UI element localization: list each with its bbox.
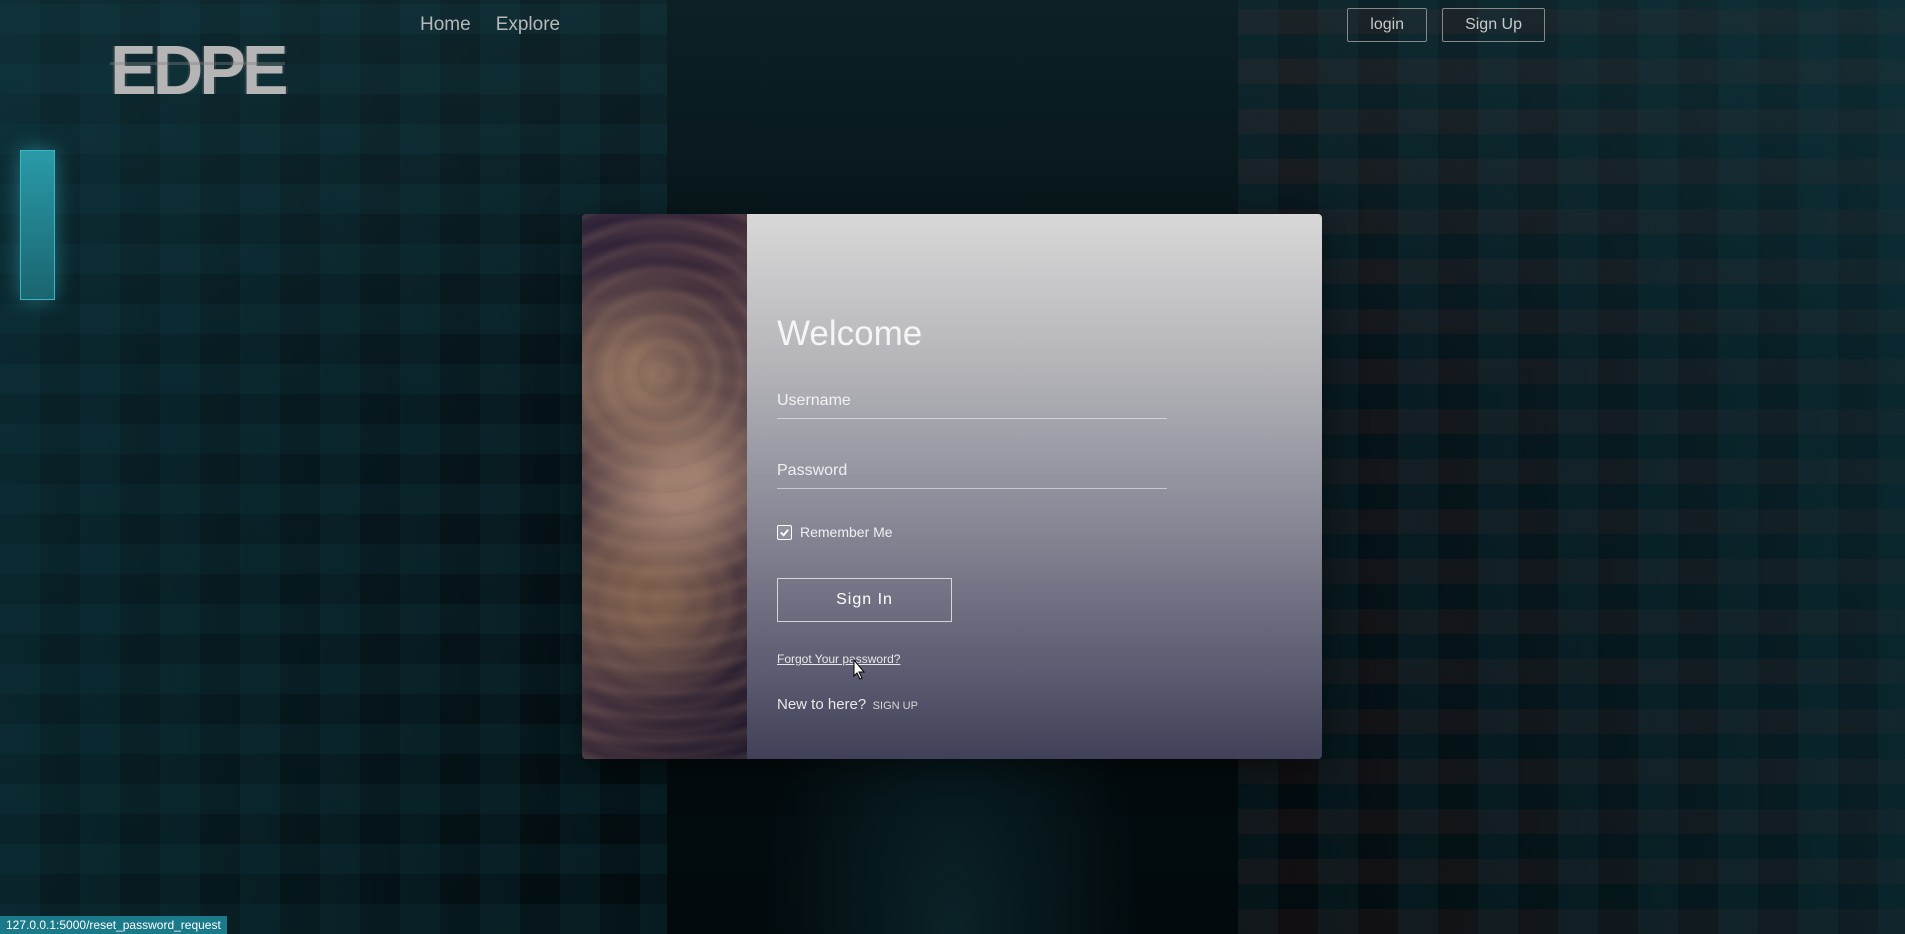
nav-login-button[interactable]: login — [1347, 8, 1427, 42]
remember-me-checkbox[interactable] — [777, 525, 792, 540]
checkmark-icon — [779, 527, 790, 538]
nav-buttons-container: login Sign Up — [1347, 8, 1545, 42]
top-navigation: Home Explore login Sign Up — [0, 0, 1905, 50]
nav-links-container: Home Explore — [420, 14, 560, 36]
remember-me-label: Remember Me — [800, 524, 893, 540]
forgot-password-link[interactable]: Forgot Your password? — [777, 652, 1267, 666]
nav-signup-button[interactable]: Sign Up — [1442, 8, 1545, 42]
card-decorative-image — [582, 214, 747, 759]
password-input-group — [777, 454, 1267, 489]
remember-me-row: Remember Me — [777, 524, 1267, 540]
password-input[interactable] — [777, 454, 1167, 489]
signin-button[interactable]: Sign In — [777, 578, 952, 622]
nav-link-home[interactable]: Home — [420, 14, 471, 36]
neon-sign-decoration — [20, 150, 55, 300]
welcome-title: Welcome — [777, 314, 1267, 354]
username-input[interactable] — [777, 384, 1167, 419]
username-input-group — [777, 384, 1267, 419]
new-here-row: New to here? SIGN UP — [777, 696, 1267, 714]
browser-status-bar: 127.0.0.1:5000/reset_password_request — [0, 916, 227, 934]
signup-link-small[interactable]: SIGN UP — [873, 700, 918, 712]
login-card: Welcome Remember Me Sign In Forgot Your … — [582, 214, 1322, 759]
nav-link-explore[interactable]: Explore — [496, 14, 560, 36]
login-form-panel: Welcome Remember Me Sign In Forgot Your … — [747, 214, 1322, 759]
new-here-text: New to here? — [777, 696, 866, 713]
